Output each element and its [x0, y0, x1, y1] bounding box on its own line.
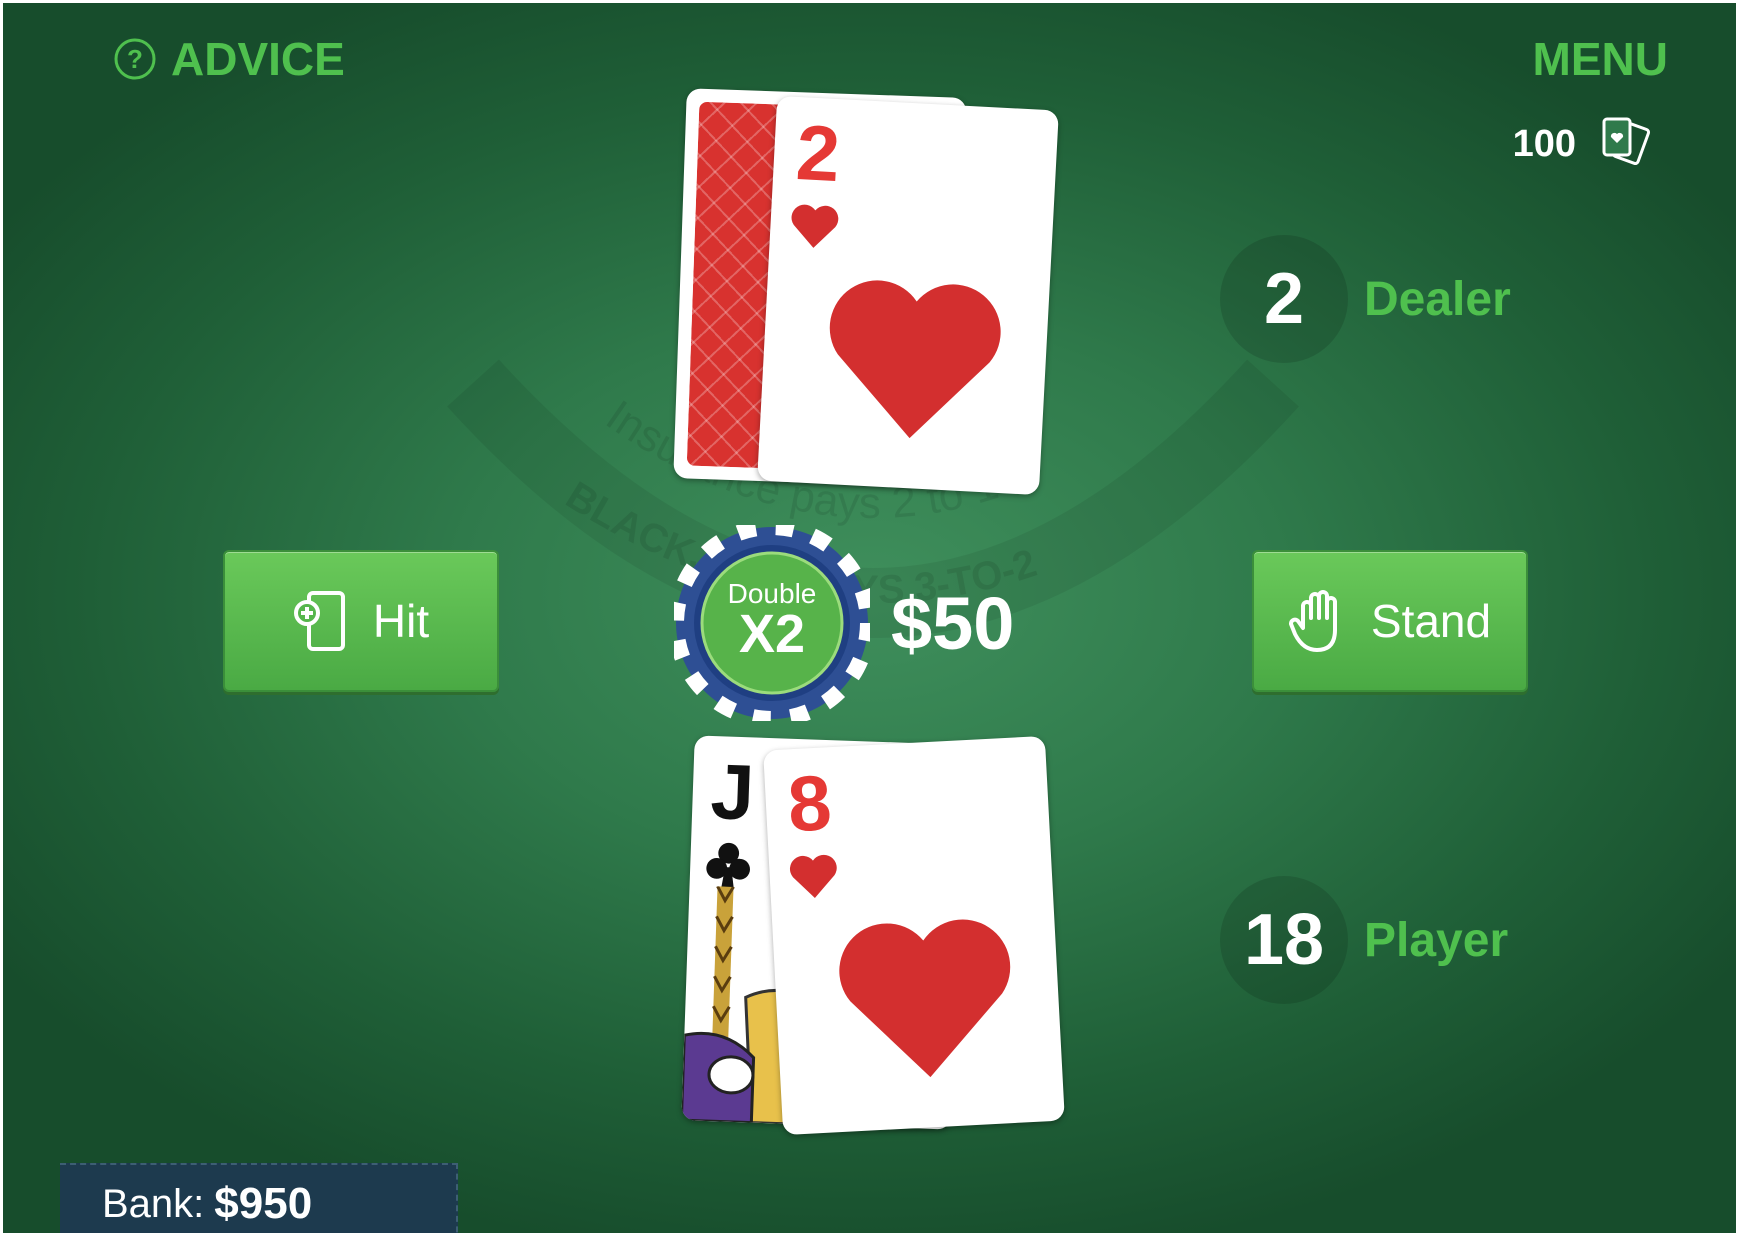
dealer-score-value: 2 — [1220, 235, 1348, 363]
bank-label: Bank: — [102, 1181, 205, 1226]
deck-counter: 100 — [1513, 115, 1654, 173]
chip-line2: X2 — [738, 604, 806, 664]
question-circle-icon: ? — [114, 38, 156, 80]
cards-icon — [1602, 117, 1651, 166]
player-score-value: 18 — [1220, 876, 1348, 1004]
bank-panel: Bank: $950 — [60, 1163, 458, 1233]
club-icon — [706, 842, 750, 889]
heart-icon — [791, 204, 839, 248]
bet-amount: $50 — [891, 582, 1015, 665]
advice-label: ADVICE — [171, 33, 345, 85]
add-card-icon — [293, 591, 345, 651]
player-score: 18 Player — [1220, 876, 1508, 1004]
stand-button[interactable]: Stand — [1252, 550, 1528, 692]
dealer-label: Dealer — [1364, 272, 1511, 326]
heart-icon — [789, 854, 837, 898]
hand-icon — [1288, 590, 1337, 652]
blackjack-table: Insurance pays 2 to 1 BLACKJACK PAYS 3-T… — [3, 3, 1736, 1233]
stand-label: Stand — [1370, 595, 1492, 647]
player-card-8-hearts: 8 — [763, 735, 1065, 1136]
svg-text:?: ? — [127, 44, 143, 74]
dealer-card-2-hearts: 2 — [757, 95, 1059, 496]
chip-label: Double X2 — [674, 578, 870, 664]
deck-count: 100 — [1512, 122, 1576, 165]
heart-icon — [839, 919, 1011, 1078]
dealer-score: 2 Dealer — [1220, 235, 1511, 363]
card-rank: 2 — [794, 108, 842, 199]
advice-button[interactable]: ? ADVICE — [113, 29, 345, 89]
card-rank: 8 — [785, 758, 834, 849]
menu-button[interactable]: MENU — [1533, 29, 1668, 89]
bank-value: $950 — [214, 1179, 313, 1228]
player-label: Player — [1364, 913, 1509, 967]
hit-button[interactable]: Hit — [223, 550, 499, 692]
heart-icon — [829, 280, 1001, 439]
menu-label: MENU — [1532, 33, 1668, 85]
hit-label: Hit — [372, 595, 430, 647]
card-rank: J — [709, 747, 756, 837]
